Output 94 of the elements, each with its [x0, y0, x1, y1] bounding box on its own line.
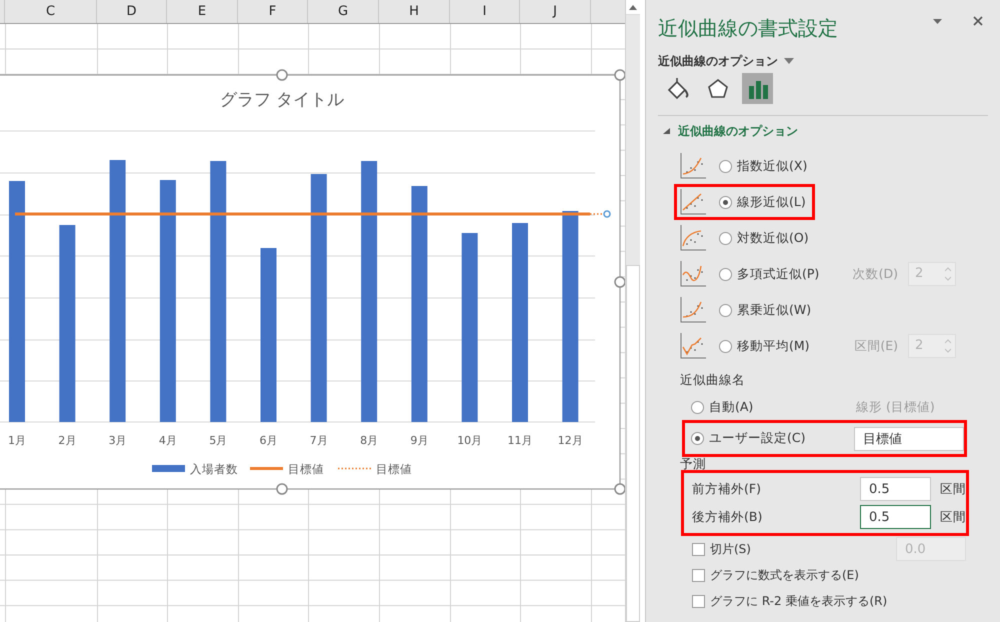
legend-label: 入場者数 [190, 462, 238, 476]
chart-bar[interactable] [59, 225, 76, 422]
resize-handle[interactable] [614, 276, 625, 288]
resize-handle[interactable] [614, 483, 625, 495]
paint-bucket-icon [666, 76, 690, 100]
dropdown-icon[interactable] [933, 18, 942, 24]
axis-label: 9月 [410, 434, 428, 447]
axis-label: 8月 [360, 434, 378, 447]
legend-bar-icon [152, 465, 185, 472]
resize-handle[interactable] [276, 483, 288, 495]
option-label[interactable]: 多項式近似(P) [737, 264, 820, 284]
option-label[interactable]: 対数近似(O) [737, 228, 809, 248]
section-title[interactable]: 近似曲線のオプション [678, 122, 798, 140]
option-label[interactable]: 累乗近似(W) [737, 300, 812, 320]
axis-label: 11月 [508, 434, 532, 447]
parameter-label: 区間(E) [854, 336, 898, 355]
column-header[interactable]: J [520, 0, 591, 23]
checkbox[interactable] [692, 542, 705, 556]
column-header[interactable]: H [379, 0, 450, 23]
group-label: 予測 [679, 455, 707, 471]
option-label[interactable]: 線形近似(L) [737, 192, 806, 212]
name-input-field[interactable]: 目標値 [854, 426, 964, 450]
legend-label: 目標値 [376, 462, 412, 476]
field-label: 後方補外(B) [692, 508, 764, 526]
chart-bar[interactable] [462, 233, 478, 422]
trendline-thumbnail-icon [680, 189, 706, 215]
radio-button[interactable] [719, 304, 732, 316]
checkbox[interactable] [692, 568, 705, 582]
chart-bar[interactable] [210, 161, 226, 422]
column-header[interactable]: I [450, 0, 520, 23]
unit-label: 区間 [940, 508, 966, 526]
chart-title: グラフ タイトル [220, 90, 344, 110]
chart-bar[interactable] [361, 161, 378, 422]
option-label[interactable]: 移動平均(M) [737, 336, 810, 356]
column-header[interactable]: C [5, 0, 97, 23]
group-label: 近似曲線名 [679, 371, 746, 389]
axis-label: 4月 [158, 434, 177, 447]
number-input-field[interactable]: 0.5 [860, 505, 931, 529]
auto-name-text: 線形 (目標値) [856, 398, 935, 416]
column-header[interactable]: D [97, 0, 167, 23]
resize-handle[interactable] [614, 69, 625, 81]
chart-bar[interactable] [310, 174, 327, 422]
option-label[interactable]: 自動(A) [709, 398, 856, 417]
radio-button[interactable] [691, 401, 704, 414]
option-label[interactable]: グラフに R-2 乗値を表示する(R) [710, 592, 888, 610]
pentagon-icon [706, 76, 730, 100]
axis-label: 1月 [8, 434, 26, 447]
radio-button[interactable] [691, 432, 704, 445]
legend-dotted-line-icon [338, 468, 371, 470]
trendline[interactable] [590, 210, 611, 218]
close-icon[interactable] [973, 16, 983, 26]
scroll-up-icon[interactable] [629, 4, 637, 10]
trendline-thumbnail-icon [680, 153, 706, 179]
radio-button[interactable] [719, 160, 732, 172]
radio-button[interactable] [719, 232, 732, 244]
trendline-thumbnail-icon [680, 333, 706, 359]
axis-label: 12月 [558, 434, 583, 447]
axis-label: 7月 [310, 434, 328, 447]
radio-button[interactable] [719, 268, 732, 280]
column-header[interactable]: E [167, 0, 238, 23]
legend-line-icon [250, 467, 283, 470]
column-header[interactable]: G [308, 0, 379, 23]
chart-bar[interactable] [562, 211, 578, 422]
radio-button[interactable] [719, 340, 732, 352]
radio-button[interactable] [719, 196, 732, 208]
axis-label: 3月 [108, 434, 127, 447]
trendline-thumbnail-icon [680, 225, 706, 251]
option-label[interactable]: 指数近似(X) [737, 156, 808, 176]
collapse-triangle-icon[interactable] [663, 128, 670, 134]
column-header[interactable]: F [238, 0, 308, 23]
pane-title: 近似曲線の書式設定 [658, 15, 839, 42]
axis-label: 5月 [209, 434, 228, 447]
trendline-thumbnail-icon [680, 261, 706, 287]
axis-label: 2月 [58, 434, 76, 447]
checkbox[interactable] [692, 594, 705, 608]
spinner-arrows-icon[interactable] [945, 339, 951, 353]
spinner-arrows-icon[interactable] [945, 267, 951, 281]
option-label[interactable]: グラフに数式を表示する(E) [710, 566, 859, 584]
field-label: 前方補外(F) [692, 480, 762, 498]
number-input-field[interactable]: 0.5 [860, 477, 931, 501]
axis-label: 6月 [260, 434, 278, 447]
option-label[interactable]: ユーザー設定(C) [709, 429, 854, 448]
trendline-thumbnail-icon [680, 297, 706, 323]
legend-label: 目標値 [288, 462, 324, 476]
chart-bar[interactable] [160, 180, 176, 422]
chart-bar[interactable] [110, 160, 126, 422]
parameter-label: 次数(D) [852, 264, 898, 283]
dropdown-icon[interactable] [784, 58, 794, 64]
option-label[interactable]: 切片(S) [710, 540, 751, 558]
unit-label: 区間 [940, 480, 966, 498]
axis-label: 10月 [457, 434, 482, 447]
options-menu[interactable]: 近似曲線のオプション [658, 52, 778, 70]
resize-handle[interactable] [276, 69, 288, 81]
chart-bar[interactable] [411, 186, 428, 422]
